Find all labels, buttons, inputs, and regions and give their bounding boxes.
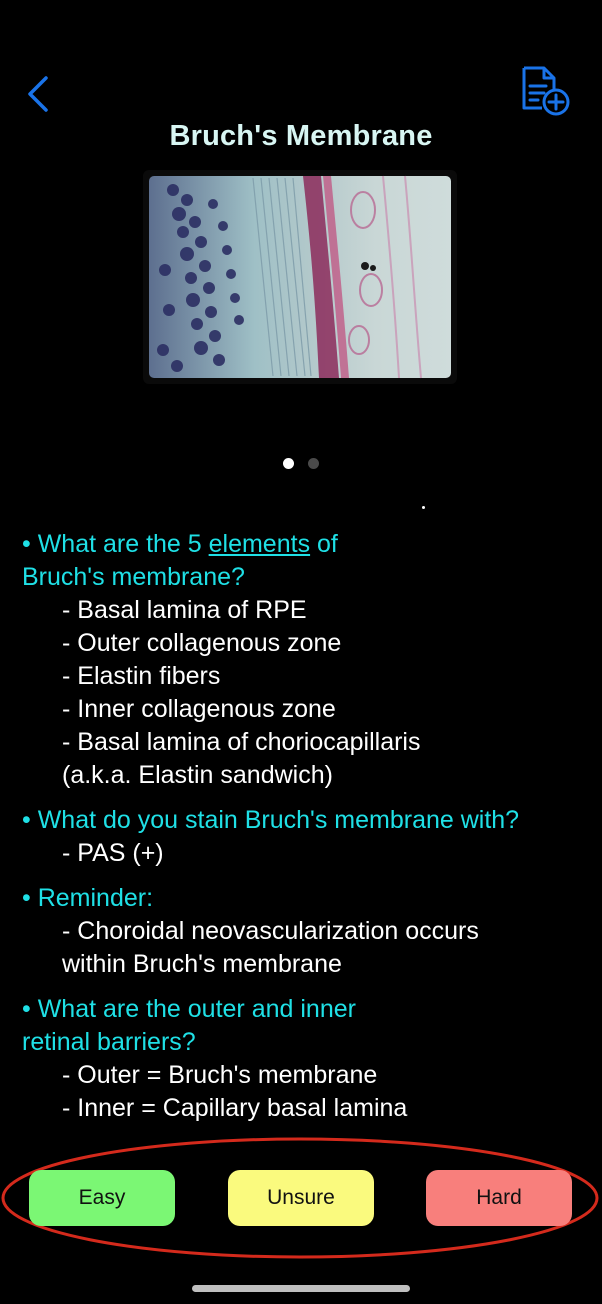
answer-line: - Outer collagenous zone xyxy=(62,629,342,657)
card-content: • What are the 5 elements of Bruch's mem… xyxy=(22,528,592,1137)
question-1-prefix: • What are the 5 xyxy=(22,530,209,558)
page-indicator[interactable] xyxy=(0,458,602,469)
answer-line: - Inner = Capillary basal lamina xyxy=(62,1094,408,1122)
question-4: • What are the outer and inner xyxy=(22,995,356,1023)
answer-line: within Bruch's membrane xyxy=(62,950,342,978)
add-note-button[interactable] xyxy=(516,62,574,120)
card-title: Bruch's Membrane xyxy=(169,120,433,152)
answer-line: - Basal lamina of RPE xyxy=(62,596,307,624)
easy-button[interactable]: Easy xyxy=(29,1170,175,1226)
answer-line: - Outer = Bruch's membrane xyxy=(62,1061,378,1089)
page-dot-active[interactable] xyxy=(283,458,294,469)
document-plus-icon xyxy=(522,66,570,116)
question-block-4: • What are the outer and inner retinal b… xyxy=(22,993,592,1125)
rating-bar: Easy Unsure Hard xyxy=(0,1136,602,1262)
chevron-left-icon xyxy=(28,76,48,112)
back-button[interactable] xyxy=(22,72,62,116)
question-1-suffix: of xyxy=(310,530,338,558)
answer-line: - PAS (+) xyxy=(62,839,164,867)
hard-button[interactable]: Hard xyxy=(426,1170,572,1226)
answer-line: - Basal lamina of choriocapillaris xyxy=(62,728,421,756)
answer-line: (a.k.a. Elastin sandwich) xyxy=(62,761,333,789)
page-dot-inactive[interactable] xyxy=(308,458,319,469)
question-block-1: • What are the 5 elements of Bruch's mem… xyxy=(22,528,592,792)
question-4-line2: retinal barriers? xyxy=(22,1028,196,1056)
question-block-3: • Reminder: - Choroidal neovascularizati… xyxy=(22,882,592,981)
histology-slide-image[interactable] xyxy=(143,170,457,384)
home-indicator[interactable] xyxy=(192,1285,410,1292)
answer-line: - Choroidal neovascularization occurs xyxy=(62,917,479,945)
question-2: • What do you stain Bruch's membrane wit… xyxy=(22,806,520,834)
question-3: • Reminder: xyxy=(22,884,154,912)
question-block-2: • What do you stain Bruch's membrane wit… xyxy=(22,804,592,870)
answer-line: - Elastin fibers xyxy=(62,662,221,690)
stray-pixel-dot xyxy=(422,506,425,509)
question-1-line2: Bruch's membrane? xyxy=(22,563,245,591)
unsure-button[interactable]: Unsure xyxy=(228,1170,374,1226)
question-1: • What are the 5 elements of xyxy=(22,528,592,561)
elements-link[interactable]: elements xyxy=(209,530,310,558)
answer-line: - Inner collagenous zone xyxy=(62,695,336,723)
